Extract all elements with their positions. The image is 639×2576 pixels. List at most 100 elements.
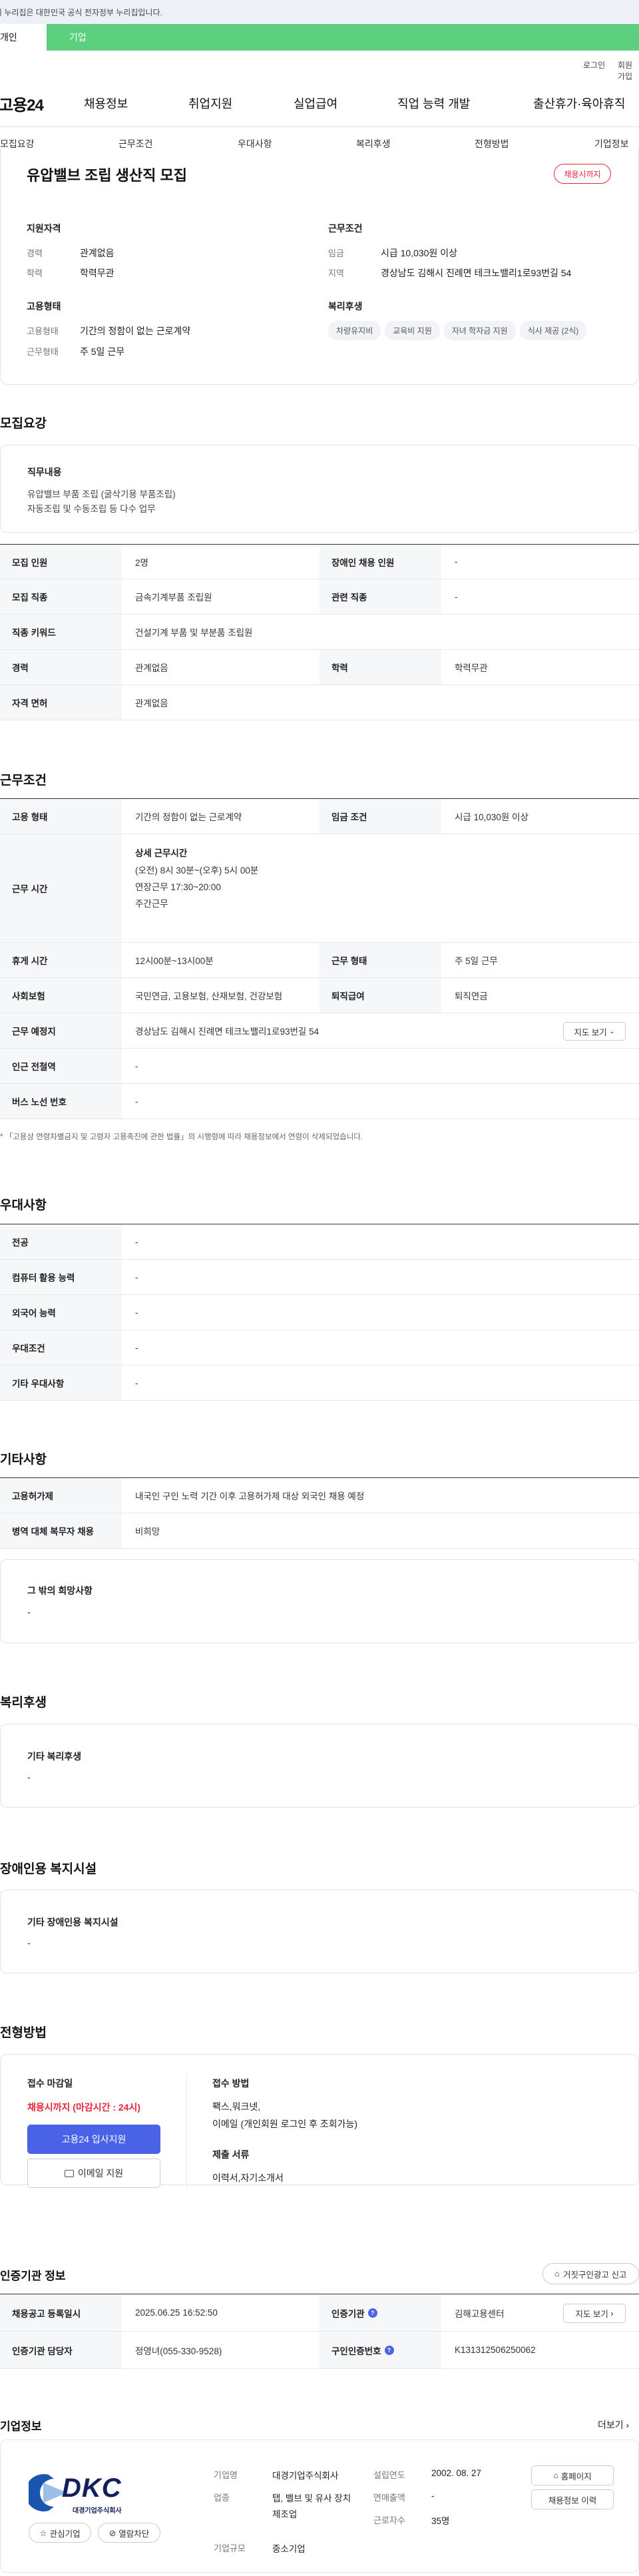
row-label: 퇴직급여 xyxy=(320,978,441,1013)
row-label: 병역 대체 복무자 채용 xyxy=(0,1513,122,1548)
row-value: 건설기계 부품 및 부분품 조립원 xyxy=(135,628,253,638)
career-label: 경력 xyxy=(27,248,43,258)
agency-map-button[interactable]: 지도 보기 › xyxy=(563,2304,626,2323)
info-icon[interactable]: ? xyxy=(367,2308,377,2318)
company-logo-text: DKC xyxy=(62,2473,122,2503)
table-row: 경력 관계없음 학력 학력무관 xyxy=(0,650,639,685)
user-type-tabs: 개인 기업 xyxy=(0,24,639,51)
home-icon: ⌂ xyxy=(554,2269,560,2278)
false-ad-report-button[interactable]: ⌂ 거짓구인광고 신고 xyxy=(542,2263,639,2284)
row-label: 학력 xyxy=(320,650,441,684)
table-row: 직종 키워드 건설기계 부품 및 부분품 조립원 xyxy=(0,615,639,650)
row-label: 모집 인원 xyxy=(0,545,122,579)
table-row: 휴게 시간 12시00분~13시00분 근무 형태 주 5일 근무 xyxy=(0,943,639,978)
industry-label: 업종 xyxy=(214,2493,230,2503)
gov-banner: 이 누리집은 대한민국 공식 전자정부 누리집입니다. xyxy=(0,0,639,24)
table-row: 인증기관 담당자 정영녀(055-330-9528) 구인인증번호? K1313… xyxy=(0,2332,639,2369)
row-value: 시급 10,030원 이상 xyxy=(455,812,529,822)
row-value: - xyxy=(135,1378,138,1388)
row-label: 인증기관 담당자 xyxy=(0,2332,122,2368)
company-logo: DKC 대경기업주식회사 xyxy=(25,2469,162,2516)
row-value: - xyxy=(135,1307,138,1318)
block-view-button[interactable]: ⊘ 열람차단 xyxy=(98,2523,160,2543)
table-row: 우대조건 - xyxy=(0,1330,639,1366)
history-button[interactable]: 채용정보 이력 xyxy=(531,2489,614,2509)
info-icon[interactable]: ? xyxy=(384,2345,394,2355)
workform-value: 주 5일 근무 xyxy=(80,346,125,357)
login-link[interactable]: 로그인 xyxy=(583,59,605,71)
row-label: 경력 xyxy=(0,650,122,684)
work-map-button[interactable]: 지도 보기 ⌄ xyxy=(563,1022,626,1041)
hours-line: 연장근무 17:30~20:00 xyxy=(135,882,221,892)
welfare-chip: 식사 제공 (2식) xyxy=(519,321,587,340)
row-label: 근무 형태 xyxy=(320,943,441,977)
welfare-box: 기타 복리후생 - xyxy=(0,1724,639,1808)
duty-box: 직무내용 유압밸브 부품 조립 (굴삭기용 부품조립) 자동조립 및 수동조립 … xyxy=(0,445,639,533)
row-label: 전공 xyxy=(0,1224,122,1259)
row-label: 자격 면허 xyxy=(0,685,122,720)
row-value: 12시00분~13시00분 xyxy=(135,956,214,966)
nav-jobs[interactable]: 채용정보 xyxy=(84,95,128,112)
welfare-chips: 차량유지비 교육비 지원 자녀 학자금 지원 식사 제공 (2식) xyxy=(328,321,621,340)
duty-line: 자동조립 및 수동조립 등 다수 업무 xyxy=(27,504,156,514)
row-value: - xyxy=(135,1272,138,1282)
nav-unemployment-benefit[interactable]: 실업급여 xyxy=(294,95,337,112)
workform-label: 근무형태 xyxy=(27,347,59,357)
nav-leave[interactable]: 출산휴가·육아휴직 xyxy=(533,95,625,112)
nav-employment-support[interactable]: 취업지원 xyxy=(188,95,232,112)
row-label: 직종 키워드 xyxy=(0,615,122,649)
welfare-chip: 교육비 지원 xyxy=(385,321,440,340)
row-label: 기타 우대사항 xyxy=(0,1366,122,1400)
row-label: 휴게 시간 xyxy=(0,943,122,977)
duty-title: 직무내용 xyxy=(27,467,62,477)
nav-skills[interactable]: 직업 능력 개발 xyxy=(397,95,470,112)
row-label: 근무 시간 xyxy=(0,834,122,942)
company-logo-sub: 대경기업주식회사 xyxy=(73,2507,122,2515)
deadline-value: 채용시까지 (마감시간 : 24시) xyxy=(27,2102,141,2113)
row-label: 우대조건 xyxy=(0,1330,122,1365)
process-divider xyxy=(186,2075,187,2188)
row-label: 모집 직종 xyxy=(0,579,122,614)
row-label: 채용공고 등록일시 xyxy=(0,2294,122,2331)
docs-value: 이력서,자기소개서 xyxy=(212,2173,284,2183)
table-row: 모집 직종 금속기계부품 조립원 관련 직종 - xyxy=(0,579,639,615)
row-value: 경상남도 김해시 진례면 테크노밸리1로93번길 54 xyxy=(135,1027,320,1037)
welfare-box-value: - xyxy=(27,1772,31,1782)
table-row: 기타 우대사항 - xyxy=(0,1366,639,1401)
industry-value: 탭, 밸브 및 유사 장치 제조업 xyxy=(272,2493,351,2519)
table-row: 근무 예정지 경상남도 김해시 진례면 테크노밸리1로93번길 54 지도 보기… xyxy=(0,1013,639,1049)
row-value: - xyxy=(135,1342,138,1353)
email-apply-button[interactable]: 이메일 지원 xyxy=(27,2159,160,2188)
row-label: 임금 조건 xyxy=(320,799,441,834)
homepage-button[interactable]: ⌂ 홈페이지 xyxy=(531,2465,614,2485)
sales-label: 연매출액 xyxy=(373,2493,405,2503)
docs-title: 제출 서류 xyxy=(212,2149,250,2160)
welfare-section-heading: 복리후생 xyxy=(0,1696,47,1710)
company-more-link[interactable]: 더보기 › xyxy=(598,2418,629,2432)
row-value: 학력무관 xyxy=(455,663,488,673)
row-label: 고용허가제 xyxy=(0,1478,122,1513)
mail-icon xyxy=(64,2169,74,2177)
row-value: - xyxy=(135,1096,138,1107)
method-line: 이메일 (개인회원 로그인 후 조회가능) xyxy=(212,2119,358,2129)
row-label: 구인인증번호? xyxy=(320,2332,441,2368)
row-value: 비희망 xyxy=(135,1527,160,1537)
row-value: 2025.06.25 16:52:50 xyxy=(135,2308,218,2318)
row-label: 사회보험 xyxy=(0,978,122,1013)
wage-value: 시급 10,030원 이상 xyxy=(381,248,457,258)
signup-link[interactable]: 회원가입 xyxy=(618,59,639,82)
apply-button[interactable]: 고용24 입사지원 xyxy=(27,2125,160,2154)
job-title: 유압밸브 조립 생산직 모집 xyxy=(27,167,187,184)
area-value: 경상남도 김해시 진례면 테크노밸리1로93번길 54 xyxy=(381,268,572,278)
table-row: 전공 - xyxy=(0,1224,639,1260)
table-row: 인근 전철역 - xyxy=(0,1049,639,1084)
row-value: 2명 xyxy=(135,557,148,568)
method-line: 팩스,워크넷, xyxy=(212,2101,261,2112)
area-label: 지역 xyxy=(328,268,344,278)
table-row: 버스 노선 번호 - xyxy=(0,1084,639,1119)
site-logo[interactable]: 고용24 xyxy=(0,92,44,115)
favorite-company-button[interactable]: ☆ 관심기업 xyxy=(29,2523,91,2543)
tab-personal[interactable]: 개인 xyxy=(0,24,47,51)
table-row: 채용공고 등록일시 2025.06.25 16:52:50 인증기관? 김해고용… xyxy=(0,2294,639,2332)
tab-company[interactable]: 기업 xyxy=(69,24,87,51)
